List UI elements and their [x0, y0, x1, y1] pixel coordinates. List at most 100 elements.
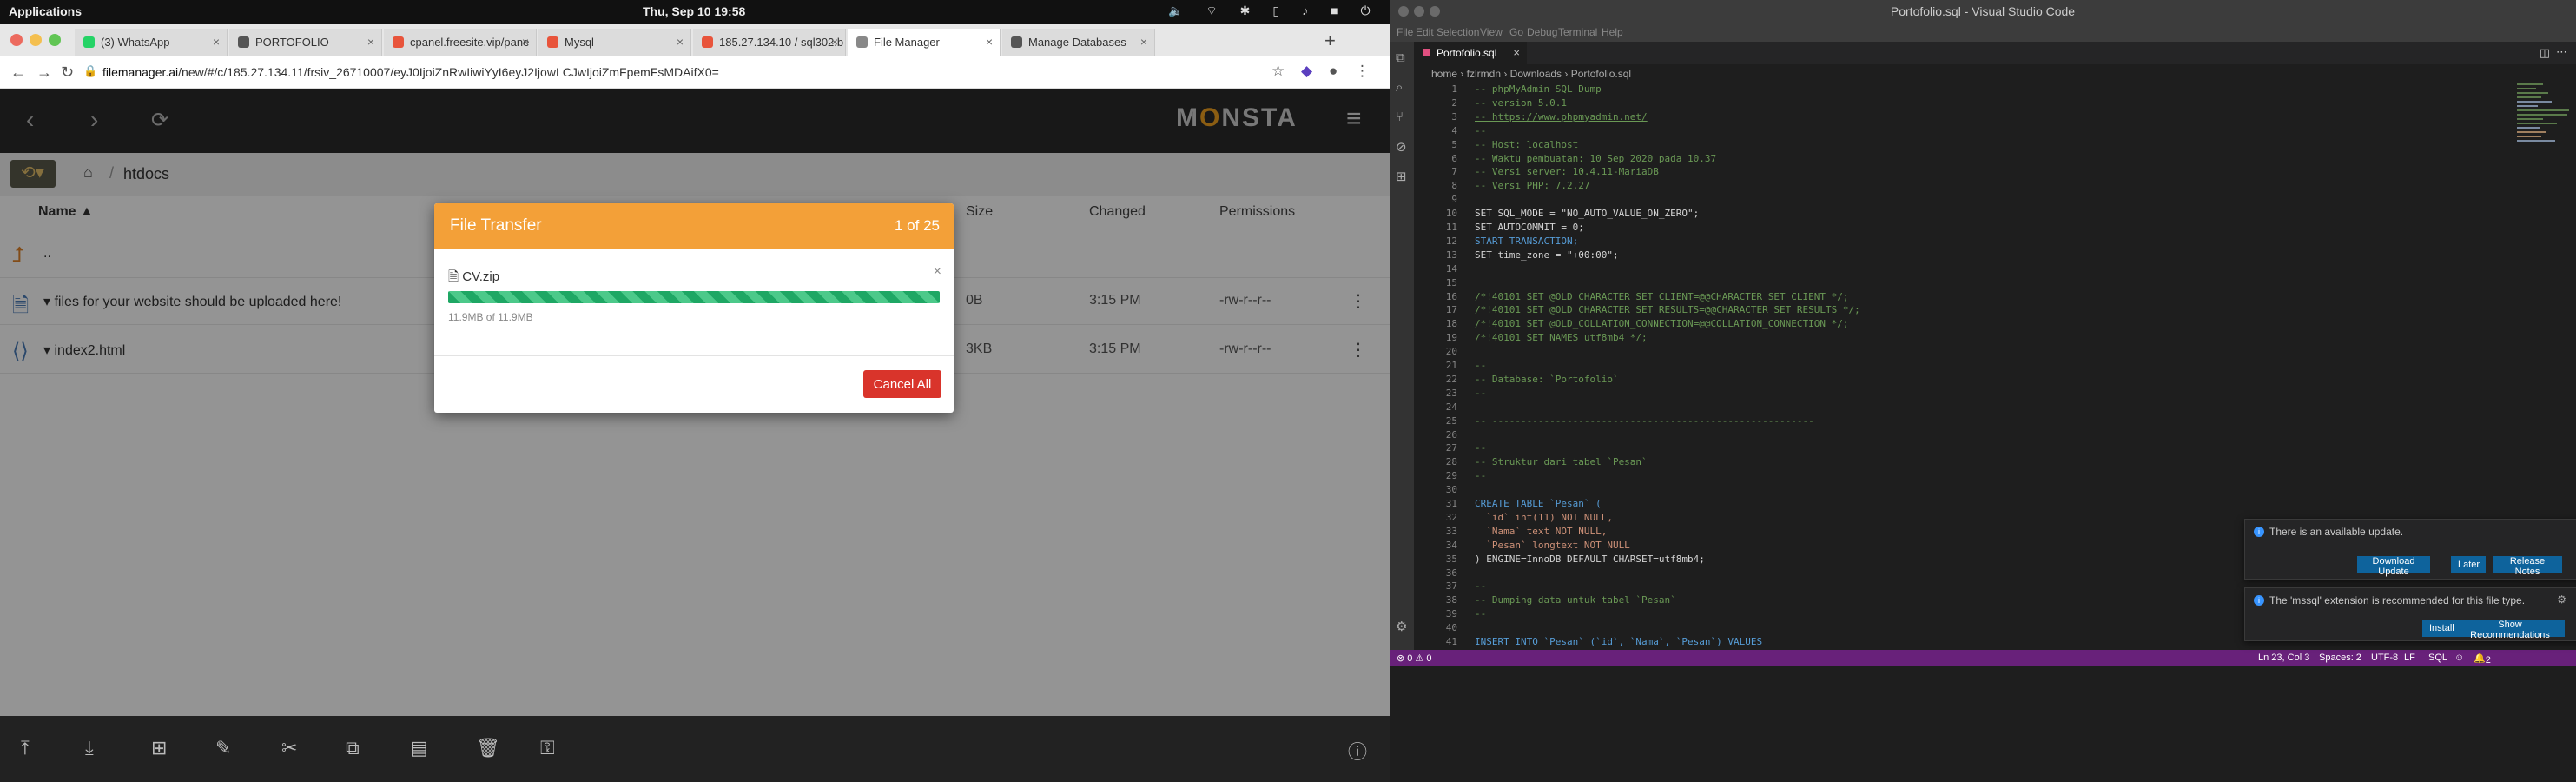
- notification-action-button[interactable]: Release Notes: [2493, 556, 2562, 577]
- encoding-setting[interactable]: UTF-8: [2371, 653, 2398, 663]
- menu-item[interactable]: Terminal: [1558, 26, 1597, 38]
- tab-close-icon[interactable]: ×: [522, 35, 529, 49]
- menu-item[interactable]: Go: [1509, 26, 1523, 38]
- manage-gear-icon[interactable]: ⚙: [1396, 619, 1407, 634]
- padlock-icon[interactable]: 🔒: [83, 64, 97, 78]
- menu-item[interactable]: Help: [1602, 26, 1623, 38]
- menu-item[interactable]: View: [1480, 26, 1503, 38]
- debug-icon[interactable]: ⊘: [1396, 139, 1407, 155]
- delete-icon[interactable]: 🗑: [476, 737, 500, 759]
- tab-portofolio-sql[interactable]: Portofolio.sql ×: [1414, 42, 1527, 64]
- info-icon[interactable]: ⓘ: [1348, 737, 1367, 765]
- reload-icon[interactable]: ↻: [61, 63, 74, 82]
- code-line: 29 --: [1414, 470, 2543, 484]
- new-tab-button[interactable]: +: [1324, 30, 1336, 52]
- tab-close-icon[interactable]: ×: [213, 35, 220, 49]
- maximize-window-button[interactable]: [49, 34, 61, 46]
- line-text: START TRANSACTION;: [1475, 235, 1579, 247]
- browser-tab[interactable]: Manage Databases ×: [1002, 29, 1155, 56]
- menu-item[interactable]: Debug: [1527, 26, 1557, 38]
- editor-breadcrumb[interactable]: home › fzlrmdn › Downloads › Portofolio.…: [1431, 68, 1631, 80]
- modal-overlay: File Transfer 1 of 25 🗎 CV.zip × 11.9MB …: [0, 89, 1390, 716]
- minimize-window-button[interactable]: [30, 34, 42, 46]
- cursor-position[interactable]: Ln 23, Col 3: [2258, 653, 2309, 663]
- copy-icon[interactable]: ⧉: [346, 737, 360, 759]
- battery-icon[interactable]: ▯: [1272, 3, 1279, 19]
- edit-icon[interactable]: ✎: [215, 737, 231, 759]
- notification-toast: i The 'mssql' extension is recommended fo…: [2244, 587, 2576, 641]
- line-text: -- Versi PHP: 7.2.27: [1475, 180, 1590, 192]
- tab-close-icon[interactable]: ×: [367, 35, 374, 49]
- menu-item[interactable]: Edit: [1416, 26, 1434, 38]
- explorer-icon[interactable]: ⧉: [1396, 50, 1405, 65]
- permissions-key-icon[interactable]: ⚿: [540, 737, 555, 759]
- source-control-icon[interactable]: ⑂: [1396, 109, 1404, 124]
- download-icon[interactable]: ⤓: [85, 737, 94, 759]
- more-actions-icon[interactable]: ⋯: [2556, 45, 2567, 59]
- browser-tab[interactable]: cpanel.freesite.vip/pane ×: [384, 29, 537, 56]
- close-transfer-icon[interactable]: ×: [934, 264, 941, 280]
- code-line: 25 -- -----------------------------------…: [1414, 415, 2543, 429]
- paste-icon[interactable]: ▤: [410, 737, 428, 759]
- tab-title: Manage Databases: [1028, 36, 1126, 49]
- cut-icon[interactable]: ✂: [281, 737, 297, 759]
- tab-close-icon[interactable]: ×: [1140, 35, 1147, 49]
- lock-icon[interactable]: ■: [1331, 3, 1338, 19]
- status-bar: ⊗ 0 ⚠ 0 Ln 23, Col 3 Spaces: 2 UTF-8 LF …: [1390, 650, 2576, 666]
- code-line: 27 --: [1414, 442, 2543, 456]
- volume-icon[interactable]: 🔈: [1168, 3, 1183, 19]
- notification-action-button[interactable]: Show Recommendations: [2455, 620, 2565, 640]
- browser-tab[interactable]: 185.27.134.10 / sql302.b ×: [693, 29, 846, 56]
- code-line: 3 -- https://www.phpmyadmin.net/: [1414, 111, 2543, 125]
- back-icon[interactable]: ←: [10, 63, 26, 82]
- line-text: --: [1475, 608, 1487, 620]
- profile-avatar[interactable]: ●: [1329, 63, 1338, 80]
- line-number: 18: [1445, 318, 1457, 330]
- forward-icon[interactable]: →: [36, 63, 52, 82]
- minimap[interactable]: [2517, 83, 2573, 214]
- indentation-setting[interactable]: Spaces: 2: [2319, 653, 2361, 663]
- notification-message: There is an available update.: [2269, 526, 2404, 538]
- notification-action-button[interactable]: Install: [2422, 620, 2457, 637]
- tab-close-icon[interactable]: ×: [831, 35, 838, 49]
- notifications-icon[interactable]: ♪: [1302, 3, 1308, 19]
- new-item-icon[interactable]: ⊞: [151, 737, 167, 759]
- browser-tab[interactable]: (3) WhatsApp ×: [75, 29, 228, 56]
- notification-action-button[interactable]: Later: [2451, 556, 2486, 573]
- tab-close-icon[interactable]: ×: [986, 35, 993, 49]
- notifications-bell[interactable]: 🔔 2: [2474, 653, 2491, 666]
- line-text: --: [1475, 470, 1487, 482]
- extension-icon[interactable]: ◆: [1301, 63, 1312, 80]
- bluetooth-icon[interactable]: ✱: [1240, 3, 1251, 19]
- bookmark-star-icon[interactable]: ☆: [1271, 63, 1285, 80]
- upload-icon[interactable]: ⤒: [21, 737, 30, 759]
- notification-action-button[interactable]: Download Update: [2357, 556, 2430, 577]
- notification-settings-gear-icon[interactable]: ⚙: [2557, 593, 2566, 606]
- wifi-icon[interactable]: ⌔: [1205, 3, 1217, 19]
- url-field[interactable]: filemanager.ai/new/#/c/185.27.134.11/frs…: [102, 65, 719, 79]
- line-number: 40: [1445, 622, 1457, 634]
- applications-menu[interactable]: Applications: [9, 4, 82, 18]
- tab-close-icon[interactable]: ×: [677, 35, 684, 49]
- browser-tab[interactable]: Mysql ×: [538, 29, 691, 56]
- browser-menu-icon[interactable]: ⋮: [1355, 63, 1370, 80]
- tab-favicon-icon: [238, 36, 249, 48]
- split-editor-icon[interactable]: ◫: [2540, 46, 2550, 60]
- code-line: 9: [1414, 194, 2543, 208]
- language-mode[interactable]: SQL: [2428, 653, 2447, 663]
- extensions-icon[interactable]: ⊞: [1396, 169, 1407, 184]
- line-number: 20: [1445, 346, 1457, 358]
- cancel-all-button[interactable]: Cancel All: [863, 370, 941, 398]
- browser-tab[interactable]: File Manager ×: [848, 29, 1001, 56]
- search-icon[interactable]: ⌕: [1396, 80, 1403, 95]
- power-icon[interactable]: ⏻: [1361, 3, 1371, 19]
- feedback-icon[interactable]: ☺: [2454, 653, 2464, 663]
- close-window-button[interactable]: [10, 34, 23, 46]
- menu-item[interactable]: File: [1397, 26, 1413, 38]
- problems-indicator[interactable]: ⊗ 0 ⚠ 0: [1397, 653, 1431, 664]
- menu-item[interactable]: Selection: [1437, 26, 1479, 38]
- eol-setting[interactable]: LF: [2404, 653, 2415, 663]
- system-clock[interactable]: Thu, Sep 10 19:58: [643, 4, 745, 18]
- browser-tab[interactable]: PORTOFOLIO ×: [229, 29, 382, 56]
- close-tab-icon[interactable]: ×: [1513, 46, 1520, 59]
